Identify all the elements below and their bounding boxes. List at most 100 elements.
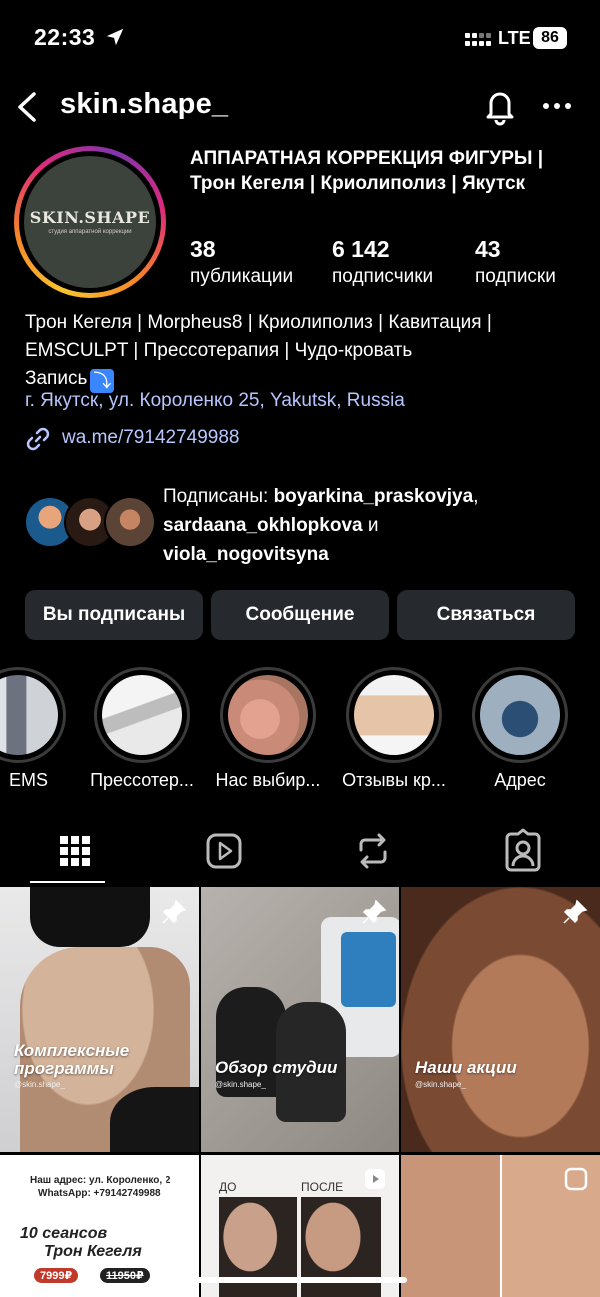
bio-booking-label: Запись	[25, 368, 88, 389]
highlight-image	[0, 675, 58, 755]
follower-username: viola_nogovitsyna	[163, 544, 329, 565]
profile-username: skin.shape_	[60, 88, 229, 120]
price-old-badge: 11950₽	[100, 1268, 150, 1283]
profile-avatar[interactable]: SKIN.SHAPE студия аппаратной коррекции	[14, 146, 166, 298]
tagged-tab-icon[interactable]	[503, 828, 543, 874]
bell-icon[interactable]	[482, 86, 518, 126]
grid-tab-icon[interactable]	[55, 828, 95, 874]
link-icon	[26, 427, 50, 451]
post-image-shape	[341, 932, 396, 1007]
stat-value: 6 142	[332, 236, 390, 262]
highlight-ring	[472, 667, 568, 763]
post-caption: Наши акции	[415, 1058, 517, 1077]
post-tile-studio[interactable]: Обзор студии @skin.shape_	[201, 887, 399, 1152]
stat-label: подписчики	[332, 266, 434, 287]
highlight-ring	[220, 667, 316, 763]
stat-followers[interactable]: 6 142 подписчики	[332, 236, 433, 288]
highlight-image	[480, 675, 560, 755]
highlight-label: EMS	[8, 770, 48, 790]
battery-icon: 86	[533, 27, 567, 49]
highlight-label: Отзывы кр...	[342, 770, 446, 790]
following-button[interactable]: Вы подписаны	[25, 590, 203, 640]
multi-post-icon	[564, 1167, 588, 1191]
followers-prefix: Подписаны:	[163, 486, 269, 507]
avatar-image: SKIN.SHAPE студия аппаратной коррекции	[24, 156, 156, 288]
highlight-ems[interactable]: EMS	[0, 667, 66, 791]
avatar-logo-text: SKIN.SHAPE	[29, 208, 151, 227]
profile-header: skin.shape_	[0, 76, 600, 138]
post-whatsapp-line: WhatsApp: +79142749988	[38, 1188, 161, 1199]
highlight-reviews[interactable]: Отзывы кр...	[342, 667, 446, 791]
highlight-ring	[94, 667, 190, 763]
home-indicator[interactable]	[193, 1277, 407, 1283]
highlight-why-us[interactable]: Нас выбир...	[216, 667, 320, 791]
divider	[500, 1155, 502, 1297]
highlight-pressotherapy[interactable]: Прессотер...	[90, 667, 194, 791]
highlight-address[interactable]: Адрес	[472, 667, 568, 791]
stat-value: 38	[190, 236, 216, 262]
signal-icon	[465, 33, 491, 46]
price-new-badge: 7999₽	[34, 1268, 79, 1283]
status-bar: 22:33 LTE 86	[0, 0, 600, 76]
back-icon[interactable]	[12, 88, 42, 126]
after-label: ПОСЛЕ	[301, 1180, 344, 1194]
bio-booking: Запись ⤵	[25, 365, 590, 393]
avatar	[104, 496, 156, 548]
mutual-followers-avatars[interactable]	[24, 496, 156, 548]
stat-value: 43	[475, 236, 501, 262]
link-text: wa.me/79142749988	[62, 427, 240, 448]
mutual-followers-text[interactable]: Подписаны: boyarkina_praskovjya, sardaan…	[163, 482, 583, 569]
profile-stats: 38 публикации 6 142 подписчики 43 подпис…	[190, 236, 590, 292]
followers-conjunction: и	[367, 515, 379, 536]
post-address-line: Наш адрес: ул. Короленко, 2	[30, 1175, 171, 1186]
post-handle: @skin.shape_	[415, 1080, 466, 1089]
before-label: ДО	[219, 1180, 237, 1194]
highlight-label: Прессотер...	[90, 770, 194, 790]
pin-icon	[563, 899, 588, 924]
post-handle: @skin.shape_	[14, 1080, 65, 1089]
post-tile-promotions[interactable]: Наши акции @skin.shape_	[401, 887, 600, 1152]
post-caption: Комплексные программы	[14, 1041, 130, 1078]
avatar-logo-subtext: студия аппаратной коррекции	[48, 229, 132, 235]
post-title: Трон Кегеля	[44, 1243, 142, 1260]
highlight-ring	[346, 667, 442, 763]
status-time: 22:33	[34, 24, 96, 50]
message-button[interactable]: Сообщение	[211, 590, 389, 640]
post-title: 10 сеансов	[20, 1225, 108, 1242]
highlight-ring	[0, 667, 66, 763]
stat-following[interactable]: 43 подписки	[475, 236, 556, 288]
follower-username: boyarkina_praskovjya	[273, 486, 474, 507]
multi-post-icon	[163, 1167, 187, 1191]
post-handle: @skin.shape_	[215, 1080, 266, 1089]
post-tile-kegel[interactable]: Наш адрес: ул. Короленко, 2 WhatsApp: +7…	[0, 1155, 199, 1297]
highlight-image	[354, 675, 434, 755]
reel-icon	[365, 1169, 385, 1189]
network-type: LTE	[498, 28, 531, 48]
active-tab-indicator	[30, 881, 105, 883]
location-arrow-icon	[106, 28, 124, 46]
stat-posts[interactable]: 38 публикации	[190, 236, 293, 288]
stat-label: публикации	[190, 266, 294, 287]
post-tile-before-after[interactable]: ДО ПОСЛЕ	[201, 1155, 399, 1297]
profile-address-link[interactable]: г. Якутск, ул. Короленко 25, Yakutsk, Ru…	[25, 390, 405, 412]
post-tile-programs[interactable]: Комплексные программы @skin.shape_	[0, 887, 199, 1152]
post-image-shape	[30, 887, 150, 947]
stat-label: подписки	[475, 266, 556, 287]
contact-button[interactable]: Связаться	[397, 590, 575, 640]
pin-icon	[362, 899, 387, 924]
highlight-image	[228, 675, 308, 755]
reposts-tab-icon[interactable]	[353, 828, 393, 874]
post-tile-skin-result[interactable]	[401, 1155, 600, 1297]
profile-bio: Трон Кегеля | Morpheus8 | Криолиполиз | …	[25, 309, 590, 393]
bio-services: Трон Кегеля | Morpheus8 | Криолиполиз | …	[25, 312, 492, 361]
post-caption: Обзор студии	[215, 1058, 338, 1077]
highlight-label: Нас выбир...	[215, 770, 321, 790]
more-options-icon[interactable]	[540, 88, 574, 124]
highlight-image	[102, 675, 182, 755]
profile-title: АППАРАТНАЯ КОРРЕКЦИЯ ФИГУРЫ | Трон Кегел…	[190, 148, 544, 194]
highlight-label: Адрес	[494, 770, 546, 790]
pin-icon	[162, 899, 187, 924]
post-image-shape	[110, 1087, 199, 1152]
reels-tab-icon[interactable]	[204, 828, 244, 874]
follower-username: sardaana_okhlopkova	[163, 515, 363, 536]
